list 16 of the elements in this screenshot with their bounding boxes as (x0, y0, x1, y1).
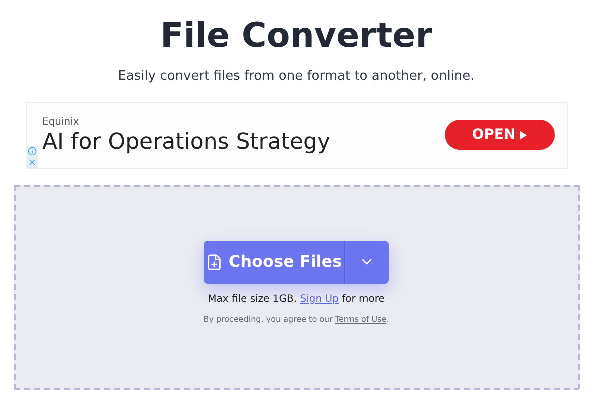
page-subtitle: Easily convert files from one format to another, online. (118, 68, 475, 86)
info-icon[interactable] (28, 146, 36, 156)
open-button[interactable]: OPEN (444, 120, 554, 150)
ad-headline: AI for Operations Strategy (42, 130, 330, 156)
file-size-note: Max file size 1GB. Sign Up for more (208, 292, 385, 306)
page-title: File Converter (160, 15, 433, 58)
choose-files-button[interactable]: Choose Files (204, 240, 344, 284)
drop-zone[interactable]: Choose Files Max file size 1GB. Sign Up for more By proceeding, you agree to our Terms of Use. (14, 184, 580, 390)
play-icon (520, 130, 527, 140)
close-icon[interactable] (28, 158, 36, 166)
file-plus-icon (206, 254, 223, 270)
ad-advertiser: Equinix (42, 116, 80, 130)
sign-up-link[interactable]: Sign Up (300, 294, 339, 304)
terms-link[interactable]: Terms of Use (335, 314, 387, 324)
dropdown-button[interactable] (344, 240, 389, 284)
terms-note: By proceeding, you agree to our Terms of Use. (204, 314, 390, 326)
